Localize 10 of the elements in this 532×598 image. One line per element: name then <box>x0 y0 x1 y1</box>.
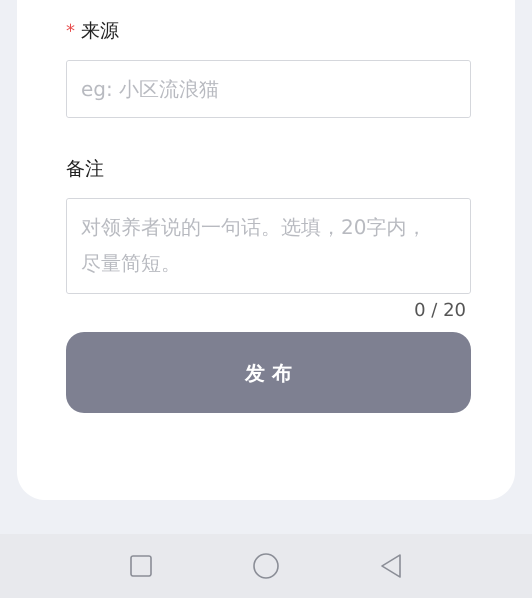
character-counter: 0 / 20 <box>414 299 466 323</box>
publish-button[interactable]: 发 布 <box>66 332 471 413</box>
input-field[interactable]: eg: 小区流浪猫 <box>66 60 471 118</box>
recent-apps-icon[interactable] <box>129 554 154 578</box>
field-label: 备注 <box>66 156 104 182</box>
textarea-field[interactable]: 对领养者说的一句话。选填，20字内，尽量简短。 <box>66 198 471 294</box>
field-label: 来源 <box>81 18 119 44</box>
home-icon[interactable] <box>252 552 280 580</box>
back-icon[interactable] <box>378 553 403 579</box>
required-mark: * <box>66 20 75 44</box>
